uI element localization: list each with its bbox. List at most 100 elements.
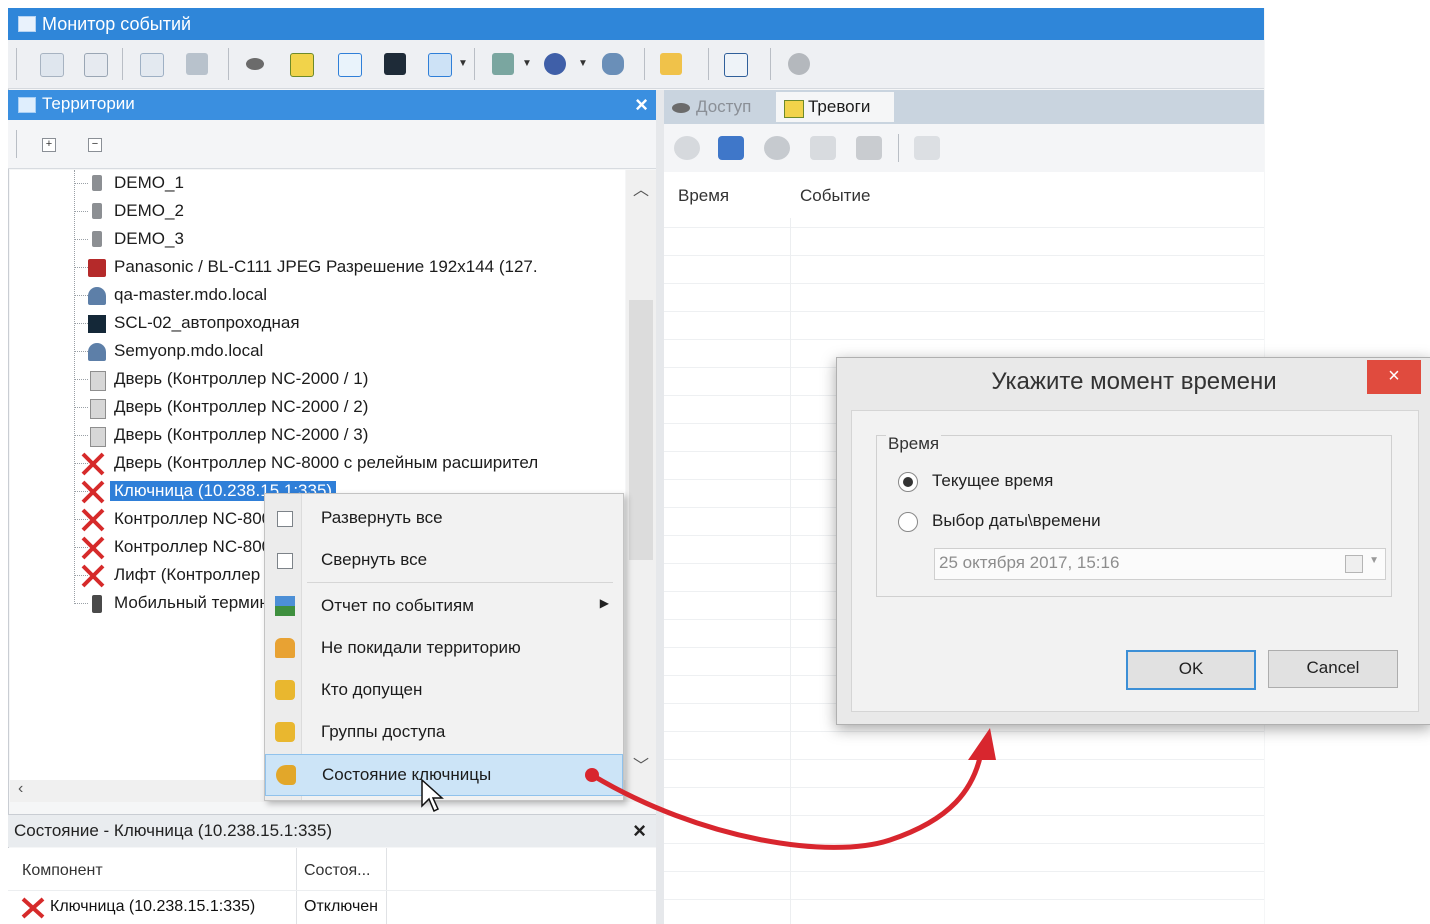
door-icon (90, 399, 106, 419)
panel-splitter[interactable] (656, 90, 664, 924)
grid-icon[interactable] (84, 53, 108, 77)
pick-datetime-radio[interactable] (898, 512, 918, 532)
person-icon[interactable] (602, 53, 624, 75)
toolbar-separator (228, 48, 229, 80)
scroll-up-icon[interactable]: ︿ (633, 176, 649, 200)
error-icon (81, 564, 105, 588)
tree-item[interactable]: Дверь (Контроллер NC-2000 / 2) (10, 394, 625, 422)
eye-icon[interactable] (186, 53, 208, 75)
tree-vertical-scrollbar[interactable]: ︿ ﹀ (626, 170, 656, 780)
close-icon[interactable]: × (633, 818, 646, 844)
chevron-down-icon[interactable]: ▼ (578, 58, 588, 69)
expand-all-icon[interactable]: + (42, 138, 56, 152)
video-icon[interactable] (384, 53, 406, 75)
tree-item-label: Лифт (Контроллер (114, 565, 261, 584)
column-header-time[interactable]: Время (678, 186, 729, 206)
confirm-icon[interactable] (764, 136, 790, 160)
radio-selected-dot (903, 477, 913, 487)
current-time-label[interactable]: Текущее время (932, 471, 1053, 491)
tree-item[interactable]: Semyonp.mdo.local (10, 338, 625, 366)
menu-item-label: Состояние ключницы (322, 765, 492, 784)
tab-access-label: Доступ (696, 97, 752, 116)
dialog-close-button[interactable]: × (1367, 360, 1421, 394)
dialog-title: Укажите момент времени (991, 368, 1277, 395)
menu-item[interactable]: Группы доступа (265, 712, 621, 752)
tab-alarms[interactable]: Тревоги (776, 92, 894, 122)
menu-item[interactable]: Кто допущен (265, 670, 621, 710)
state-row-component: Ключница (10.238.15.1:335) (50, 898, 256, 915)
current-time-radio[interactable] (898, 472, 918, 492)
window-title: Монитор событий (42, 14, 192, 34)
pick-datetime-label[interactable]: Выбор даты\времени (932, 511, 1101, 531)
tree-item[interactable]: DEMO_3 (10, 226, 625, 254)
tree-item[interactable]: DEMO_2 (10, 198, 625, 226)
chevron-down-icon[interactable]: ▼ (522, 58, 532, 69)
tree-connector (74, 183, 88, 184)
monitor-check-icon[interactable] (724, 53, 748, 77)
collapse-all-icon[interactable]: − (88, 138, 102, 152)
tree-item[interactable]: DEMO_1 (10, 170, 625, 198)
layout-icon[interactable] (40, 53, 64, 77)
alarm-icon[interactable] (290, 53, 314, 77)
bird-icon[interactable] (544, 53, 566, 75)
info-icon[interactable] (674, 136, 700, 160)
copy-icon[interactable] (914, 136, 940, 160)
menu-item[interactable]: Отчет по событиям ▶ (265, 586, 621, 626)
toolbar-separator (122, 48, 123, 80)
tree-connector (74, 603, 88, 604)
datetime-value: 25 октября 2017, 15:16 (939, 553, 1120, 572)
datetime-picker[interactable]: 25 октября 2017, 15:16 ▼ (934, 548, 1386, 580)
key-icon (276, 765, 296, 785)
column-header-component[interactable]: Компонент (22, 862, 103, 880)
column-divider (296, 848, 297, 924)
toolbar-separator (708, 48, 709, 80)
tree-panel-icon (18, 97, 36, 113)
menu-item[interactable]: Состояние ключницы (265, 754, 623, 796)
menu-item[interactable]: Свернуть все (265, 540, 621, 580)
cancel-button[interactable]: Cancel (1268, 650, 1398, 688)
tree-item[interactable]: Дверь (Контроллер NC-2000 / 1) (10, 366, 625, 394)
tree-item[interactable]: Дверь (Контроллер NC-2000 / 3) (10, 422, 625, 450)
door-icon (90, 371, 106, 391)
menu-item-label: Не покидали территорию (321, 638, 521, 657)
tree-item-label: SCL-02_автопроходная (114, 313, 300, 332)
menu-item[interactable]: Не покидали территорию (265, 628, 621, 668)
pass-icon[interactable] (246, 58, 264, 70)
header-divider (8, 890, 656, 891)
tree-item[interactable]: Panasonic / BL-C111 JPEG Разрешение 192x… (10, 254, 625, 282)
document-icon[interactable] (810, 136, 836, 160)
column-divider (386, 848, 387, 924)
tree-connector (74, 211, 88, 212)
tree-item[interactable]: SCL-02_автопроходная (10, 310, 625, 338)
tree-connector (74, 435, 88, 436)
tree-item[interactable]: Дверь (Контроллер NC-8000 с релейным рас… (10, 450, 625, 478)
settings-icon[interactable] (788, 53, 810, 75)
menu-item[interactable]: Развернуть все (265, 498, 621, 538)
music-icon[interactable] (660, 53, 682, 75)
column-header-state[interactable]: Состоя... (304, 862, 371, 880)
pause-icon[interactable] (718, 136, 744, 160)
tree-item-label: DEMO_2 (114, 201, 184, 220)
close-icon[interactable]: × (635, 92, 648, 118)
photo-icon[interactable] (492, 53, 514, 75)
scrollbar-thumb[interactable] (629, 300, 653, 560)
scroll-left-icon[interactable]: ‹ (18, 780, 23, 798)
menu-item-label: Развернуть все (321, 508, 443, 527)
tree-connector (74, 407, 88, 408)
column-header-event[interactable]: Событие (800, 186, 870, 206)
state-row-state: Отключен (304, 898, 379, 915)
edit-icon[interactable] (338, 53, 362, 77)
tab-access[interactable]: Доступ (664, 92, 772, 122)
print-icon[interactable] (856, 136, 882, 160)
report-icon[interactable] (428, 53, 452, 77)
territories-panel-title: Территории (42, 94, 135, 113)
chevron-down-icon[interactable]: ▼ (458, 58, 468, 69)
ok-button[interactable]: OK (1126, 650, 1256, 690)
menu-item-label: Свернуть все (321, 550, 428, 569)
plan-icon[interactable] (140, 53, 164, 77)
chevron-down-icon: ▼ (1369, 555, 1379, 566)
tree-item[interactable]: qa-master.mdo.local (10, 282, 625, 310)
scroll-down-icon[interactable]: ﹀ (633, 752, 649, 776)
error-icon (21, 897, 45, 919)
menu-separator (307, 582, 613, 583)
